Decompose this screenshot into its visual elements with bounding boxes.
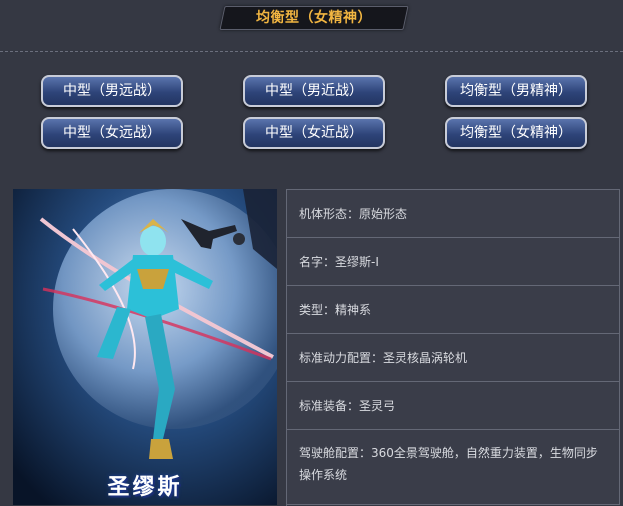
info-row-form: 机体形态：原始形态	[287, 190, 620, 238]
button-medium-male-ranged[interactable]: 中型（男远战）	[41, 75, 183, 107]
info-row-equipment: 标准装备：圣灵弓	[287, 382, 620, 430]
page-title: 均衡型（女精神）	[256, 10, 372, 26]
info-row-name: 名字：圣缪斯-Ⅰ	[287, 238, 620, 286]
button-balanced-male-spirit[interactable]: 均衡型（男精神）	[445, 75, 587, 107]
button-balanced-female-spirit[interactable]: 均衡型（女精神）	[445, 117, 587, 149]
button-medium-female-ranged[interactable]: 中型（女远战）	[41, 117, 183, 149]
divider	[0, 51, 623, 52]
info-row-type: 类型：精神系	[287, 286, 620, 334]
button-medium-male-melee[interactable]: 中型（男近战）	[243, 75, 385, 107]
button-medium-female-melee[interactable]: 中型（女近战）	[243, 117, 385, 149]
info-row-cockpit: 驾驶舱配置：360全景驾驶舱，自然重力装置，生物同步操作系统	[287, 430, 620, 505]
character-artwork: 圣缪斯	[13, 189, 277, 505]
header: 均衡型（女精神）	[0, 0, 623, 34]
character-illustration	[13, 189, 277, 505]
info-table: 机体形态：原始形态 名字：圣缪斯-Ⅰ 类型：精神系 标准动力配置：圣灵核晶涡轮机…	[286, 189, 620, 506]
character-name-logo: 圣缪斯	[107, 475, 183, 500]
info-row-power: 标准动力配置：圣灵核晶涡轮机	[287, 334, 620, 382]
